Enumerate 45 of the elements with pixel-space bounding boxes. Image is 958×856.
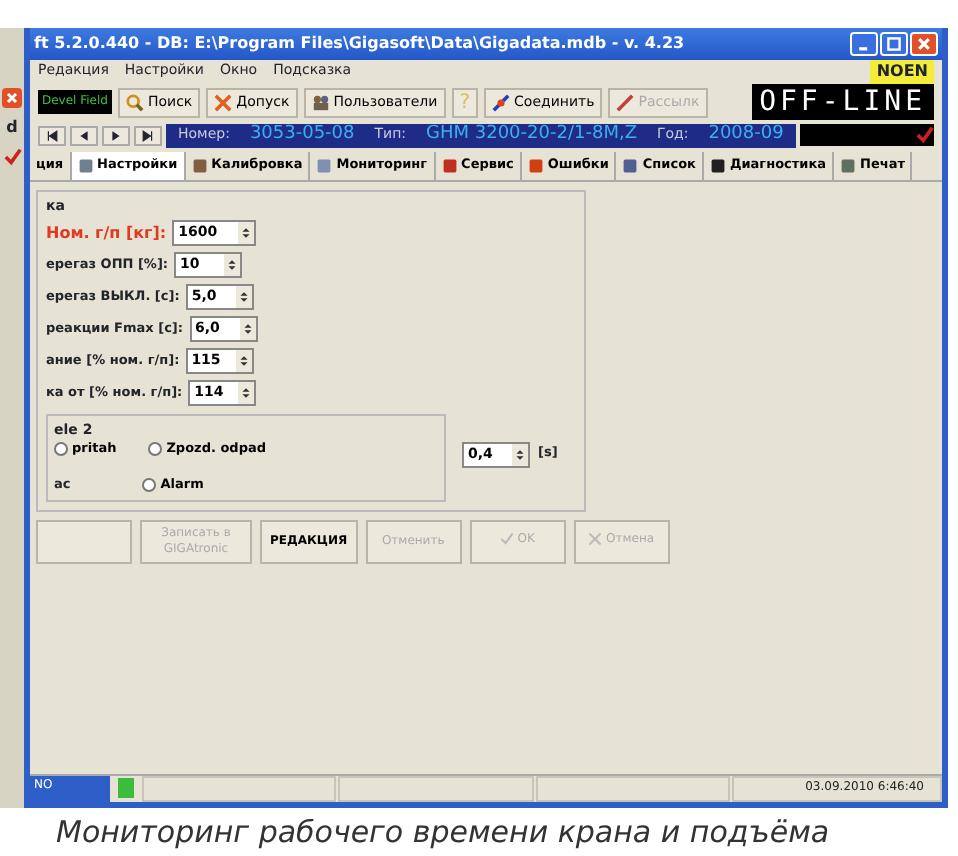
first-button[interactable] <box>38 125 66 145</box>
record-value: 2008-09 <box>708 121 784 148</box>
spin-arrows-icon <box>226 256 239 274</box>
last-button[interactable] <box>134 125 162 145</box>
caption: Мониторинг рабочего времени крана и подъёма <box>54 812 832 854</box>
tab-icon <box>840 158 857 175</box>
previous-icon <box>78 129 90 141</box>
spin-arrows-icon <box>237 288 250 306</box>
users-icon <box>311 93 330 111</box>
tab-icon <box>441 158 458 175</box>
tab-icon <box>191 158 208 175</box>
tab-icon <box>622 158 639 175</box>
maximize-button[interactable] <box>880 32 908 56</box>
status-badge: NOEN <box>870 59 934 83</box>
tab-icon <box>77 158 94 175</box>
cross-icon <box>588 532 603 547</box>
next-button[interactable] <box>102 125 130 145</box>
spin-arrows-icon <box>240 224 253 242</box>
next-icon <box>142 129 154 141</box>
window-title: ft 5.2.0.440 - DB: E:\Program Files\Gigasoft\Data\Gigadata.mdb - v. 4.23 <box>34 32 687 56</box>
search-icon <box>125 93 144 111</box>
check-icon <box>916 126 934 144</box>
spin-arrows-icon <box>240 384 253 402</box>
check-icon <box>499 532 514 547</box>
check-icon <box>3 148 21 166</box>
tab-icon <box>527 158 544 175</box>
close-icon <box>2 88 22 108</box>
record-value: 3053-05-08 <box>249 121 355 148</box>
close-icon <box>916 36 932 52</box>
cross-icon <box>214 93 233 111</box>
record-value: GHM 3200-20-2/1-8M,Z <box>426 121 637 148</box>
previous-icon <box>46 129 58 141</box>
background-window-text: d <box>6 116 18 140</box>
minimize-button[interactable] <box>850 32 878 56</box>
spin-arrows-icon <box>241 320 253 338</box>
spin-arrows-icon <box>514 445 526 463</box>
tab-icon <box>316 158 333 175</box>
close-button[interactable] <box>910 32 938 56</box>
next-icon <box>110 129 122 141</box>
status-display: OFF-LINE <box>751 84 934 120</box>
spin-arrows-icon <box>237 352 250 370</box>
tab-icon <box>709 158 726 175</box>
field-label: Ном. г/п [кг]: <box>46 221 167 245</box>
prev-button[interactable] <box>70 125 98 145</box>
maximize-icon <box>886 36 902 52</box>
